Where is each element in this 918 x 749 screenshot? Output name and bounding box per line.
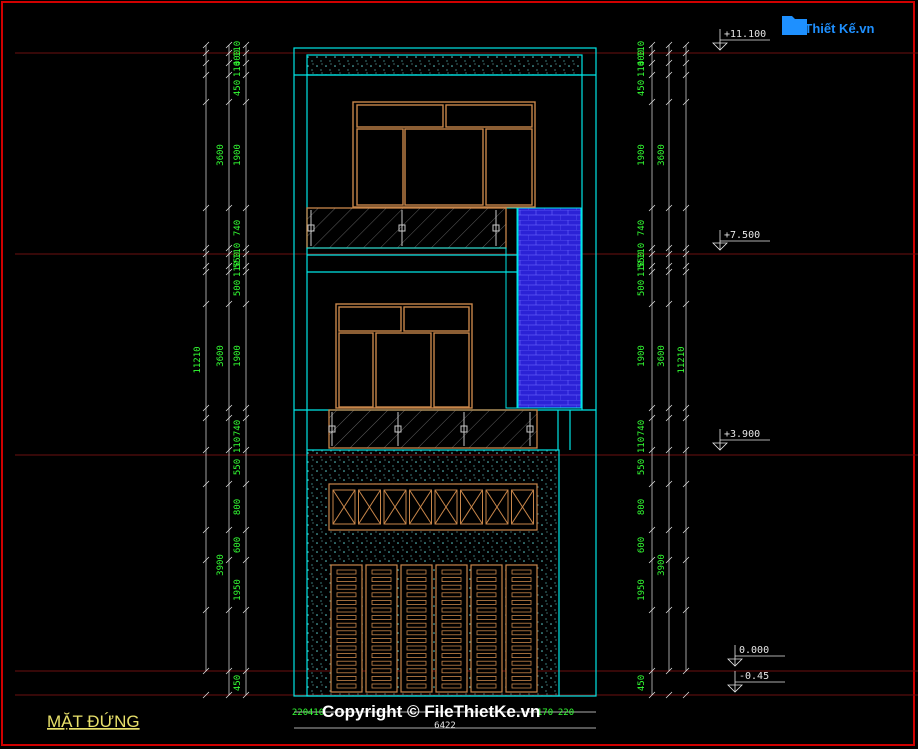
site-logo: FileThiết Kế.vn [782,16,875,36]
dimension-label-l: 1900 [233,345,243,367]
floor-height-label-l: 3600 [216,345,226,367]
dimension-label-r: 110 [637,61,647,77]
level-marker: +3.900 [712,429,770,451]
dimension-label-r: 1950 [637,579,647,601]
window-third-floor [352,101,536,208]
dimension-label-l: 110 [233,261,243,277]
dimension-label-l: 550 [233,459,243,475]
level-marker: +7.500 [712,230,770,251]
total-height-label: 11210 [193,346,203,373]
overall-width-label: 6422 [434,721,456,731]
dimension-label-r: 450 [637,80,647,96]
balcony-second-floor [328,409,538,449]
level-label: 0.000 [739,645,769,656]
level-marker: -0.45 [727,671,785,693]
level-label: +7.500 [724,230,760,241]
level-marker: 0.000 [727,645,785,667]
ventilation-grille [328,483,538,531]
dimension-label-l: 1950 [233,579,243,601]
dimension-label-l: 450 [233,675,243,691]
floor-height-label-l: 3600 [216,144,226,166]
dimension-label-r: 450 [637,675,647,691]
balcony-third-floor [306,207,507,256]
dimension-label-r: 740 [637,420,647,436]
dimension-label-r: 600 [637,537,647,553]
dimension-label-l: 740 [233,220,243,236]
window-second-floor [335,303,473,409]
dimension-label-r: 1900 [637,345,647,367]
dimension-label-r: 110 [637,261,647,277]
elevation-drawing: +11.100+7.500+3.9000.000-0.45 110 110400 4… [15,16,918,731]
level-label: -0.45 [739,671,769,682]
dimension-label-l: 1900 [233,144,243,166]
floor-height-label-r: 3900 [657,554,667,576]
dimension-label-r: 550 [637,459,647,475]
floor-height-label-l: 3900 [216,554,226,576]
brick-feature-wall [516,207,582,409]
total-height-label: 11210 [677,346,687,373]
cad-viewport[interactable]: +11.100 +7.500 +3.900 0.000 -0.45 110 110 400 4… [0,0,918,749]
svg-text:FileThiết Kế.vn: FileThiết Kế.vn [782,21,875,36]
dimension-label-r: 110 [637,437,647,453]
dimension-label-l: 500 [233,280,243,296]
dimension-label-r: 740 [637,220,647,236]
dimension-label-l: 800 [233,499,243,515]
dimension-label-r: 1900 [637,144,647,166]
floor-height-label-r: 3600 [657,345,667,367]
dimension-label-r: 500 [637,280,647,296]
bottom-dimension-label: 220 [558,708,574,718]
bottom-dimension-label: 220 [292,708,308,718]
level-label: +11.100 [724,29,766,40]
floor-height-label-r: 3600 [657,144,667,166]
drawing-title: MẶT ĐỨNG [47,712,140,731]
level-marker: +11.100 [712,29,770,51]
dimension-label-r: 800 [637,499,647,515]
dimension-label-l: 600 [233,537,243,553]
dimension-label-l: 740 [233,420,243,436]
dimension-label-l: 450 [233,80,243,96]
level-label: +3.900 [724,429,760,440]
dimension-label-l: 110 [233,61,243,77]
copyright-watermark: Copyright © FileThietKe.vn [322,702,540,721]
dimension-label-l: 110 [233,437,243,453]
